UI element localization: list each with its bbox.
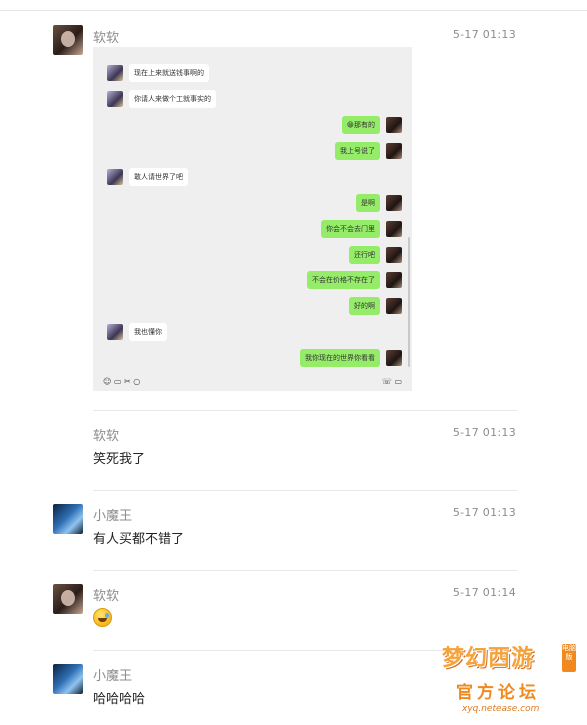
username[interactable]: 软软 xyxy=(93,585,119,604)
username[interactable]: 小魔王 xyxy=(93,505,132,524)
avatar xyxy=(107,65,123,81)
toolbar-right-icons: ☏ ▭ xyxy=(381,377,402,386)
avatar[interactable] xyxy=(53,664,83,694)
post-content: 哈哈哈哈 xyxy=(93,692,146,707)
avatar xyxy=(386,221,402,237)
chat-bubble: 还行吧 xyxy=(349,246,380,264)
chat-bubble: 现在上来就送钱事啊的 xyxy=(129,64,209,82)
toolbar-left-icons: ☺ ▭ ✂ ○ xyxy=(103,377,141,386)
list-item: 😁那有的 xyxy=(202,116,402,136)
watermark-subtitle: 官方论坛 xyxy=(456,683,540,703)
chat-bubble: 不会在价格不存在了 xyxy=(307,271,380,289)
watermark-url: xyq.netease.com xyxy=(462,704,540,714)
avatar xyxy=(107,91,123,107)
avatar xyxy=(107,324,123,340)
chat-screenshot-image[interactable]: 现在上来就送钱事啊的 你请人来做个工就事实的 😁那有的 我上号说了 敢人请世界了… xyxy=(93,47,412,391)
avatar[interactable] xyxy=(53,504,83,534)
watermark-title: 梦幻西游 xyxy=(442,646,535,671)
avatar[interactable] xyxy=(53,25,83,55)
list-item: 不会在价格不存在了 xyxy=(202,271,402,291)
divider xyxy=(93,570,517,571)
chat-bubble: 是啊 xyxy=(356,194,380,212)
chat-bubble: 你请人来做个工就事实的 xyxy=(129,90,216,108)
chat-toolbar: ☺ ▭ ✂ ○ ☏ ▭ xyxy=(93,375,412,391)
chat-bubble: 你会不会去门里 xyxy=(321,220,380,238)
list-item: 我上号说了 xyxy=(202,142,402,162)
post-time: 5-17 01:13 xyxy=(452,28,516,41)
post-time: 5-17 01:14 xyxy=(452,586,516,599)
post-time: 5-17 01:13 xyxy=(452,506,516,519)
list-item: 是啊 xyxy=(202,194,402,214)
chat-bubble: 😁那有的 xyxy=(341,116,380,134)
avatar[interactable] xyxy=(53,584,83,614)
username[interactable]: 软软 xyxy=(93,425,119,444)
avatar xyxy=(386,247,402,263)
post-content: 笑死我了 xyxy=(93,452,146,467)
post-time: 5-17 01:13 xyxy=(452,426,516,439)
divider xyxy=(93,410,517,411)
chat-bubble: 我你现在的世界你看看 xyxy=(300,349,380,367)
scrollbar xyxy=(408,237,410,367)
avatar xyxy=(386,350,402,366)
post-content: 有人买都不错了 xyxy=(93,532,185,547)
list-item: 我你现在的世界你看看 xyxy=(202,349,402,369)
chat-bubble: 我也懂你 xyxy=(129,323,167,341)
avatar xyxy=(386,117,402,133)
list-item: 好的啊 xyxy=(202,297,402,317)
chat-bubble: 敢人请世界了吧 xyxy=(129,168,188,186)
username[interactable]: 小魔王 xyxy=(93,665,132,684)
avatar xyxy=(107,169,123,185)
avatar xyxy=(386,272,402,288)
list-item: 你会不会去门里 xyxy=(202,220,402,240)
divider xyxy=(93,490,517,491)
forum-watermark-logo: 梦幻西游 电脑版 官方论坛 xyq.netease.com xyxy=(438,638,584,720)
chat-bubble: 好的啊 xyxy=(349,297,380,315)
list-item: 还行吧 xyxy=(202,246,402,266)
top-divider xyxy=(0,10,587,11)
watermark-tag: 电脑版 xyxy=(562,644,576,672)
laughing-emoji-icon xyxy=(93,608,112,627)
avatar xyxy=(386,298,402,314)
chat-bubble: 我上号说了 xyxy=(335,142,380,160)
username[interactable]: 软软 xyxy=(93,27,119,46)
avatar xyxy=(386,195,402,211)
avatar xyxy=(386,143,402,159)
